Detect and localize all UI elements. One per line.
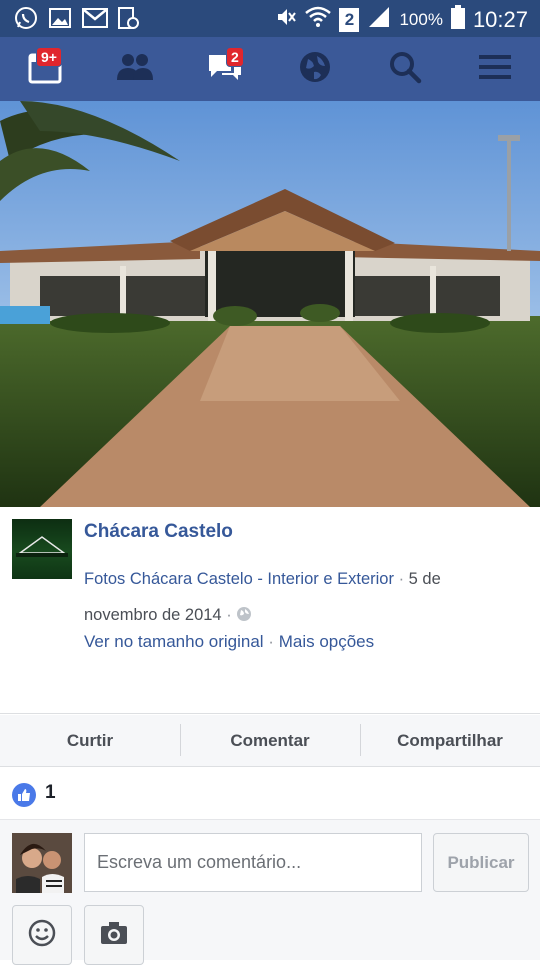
comment-composer: Publicar [0, 820, 540, 965]
events-badge: 9+ [36, 47, 62, 67]
battery-icon [450, 5, 465, 34]
post-actions-bar: Curtir Comentar Compartilhar [0, 715, 540, 767]
messages-badge: 2 [226, 47, 244, 67]
nav-search[interactable] [360, 37, 450, 101]
nav-events[interactable]: 9+ [0, 37, 90, 101]
wifi-icon [305, 6, 332, 33]
links-separator: · [268, 632, 274, 651]
like-count: 1 [45, 782, 56, 803]
top-navigation-bar: 9+ 2 [0, 37, 540, 101]
gallery-icon [48, 6, 72, 30]
publish-button[interactable]: Publicar [433, 833, 529, 892]
more-options-link[interactable]: Mais opções [279, 632, 374, 651]
menu-icon [478, 53, 512, 86]
album-link[interactable]: Fotos Chácara Castelo - Interior e Exter… [84, 570, 394, 588]
view-original-link[interactable]: Ver no tamanho original [84, 632, 264, 651]
sim-icon: 2 [339, 7, 360, 32]
venue-photo-illustration [0, 101, 540, 507]
user-avatar [12, 833, 72, 893]
friends-icon [116, 52, 154, 87]
page-avatar[interactable] [12, 519, 72, 579]
gmail-icon [82, 6, 108, 30]
clock: 10:27 [472, 6, 528, 32]
status-bar: 2 100% 10:27 [0, 0, 540, 37]
reactions-summary[interactable]: 1 [0, 768, 540, 820]
photo-upload-button[interactable] [84, 905, 144, 965]
camera-icon [99, 920, 129, 951]
post-meta: Fotos Chácara Castelo - Interior e Exter… [84, 561, 514, 633]
signal-icon [367, 6, 391, 33]
screenshot-icon [116, 6, 140, 30]
nav-menu[interactable] [450, 37, 540, 101]
public-globe-icon [236, 606, 252, 624]
meta-separator: · [226, 606, 232, 624]
search-icon [388, 50, 422, 89]
post-photo[interactable] [0, 101, 540, 507]
mute-icon [275, 6, 297, 33]
comment-input[interactable] [84, 833, 422, 892]
smiley-icon [27, 918, 57, 953]
post-info: Chácara Castelo Fotos Chácara Castelo - … [0, 507, 540, 714]
nav-notifications[interactable] [270, 37, 360, 101]
like-button[interactable]: Curtir [0, 715, 180, 766]
comment-button[interactable]: Comentar [180, 715, 360, 766]
page-name-link[interactable]: Chácara Castelo [84, 521, 233, 543]
globe-notifications-icon [298, 50, 332, 89]
share-button[interactable]: Compartilhar [360, 715, 540, 766]
battery-percent: 100% [399, 9, 443, 29]
nav-messages[interactable]: 2 [180, 37, 270, 101]
whatsapp-icon [14, 6, 38, 30]
thumbs-up-icon [12, 783, 36, 807]
photo-options: Ver no tamanho original · Mais opções [84, 632, 374, 652]
emoji-button[interactable] [12, 905, 72, 965]
nav-friends[interactable] [90, 37, 180, 101]
meta-separator: · [398, 570, 405, 588]
